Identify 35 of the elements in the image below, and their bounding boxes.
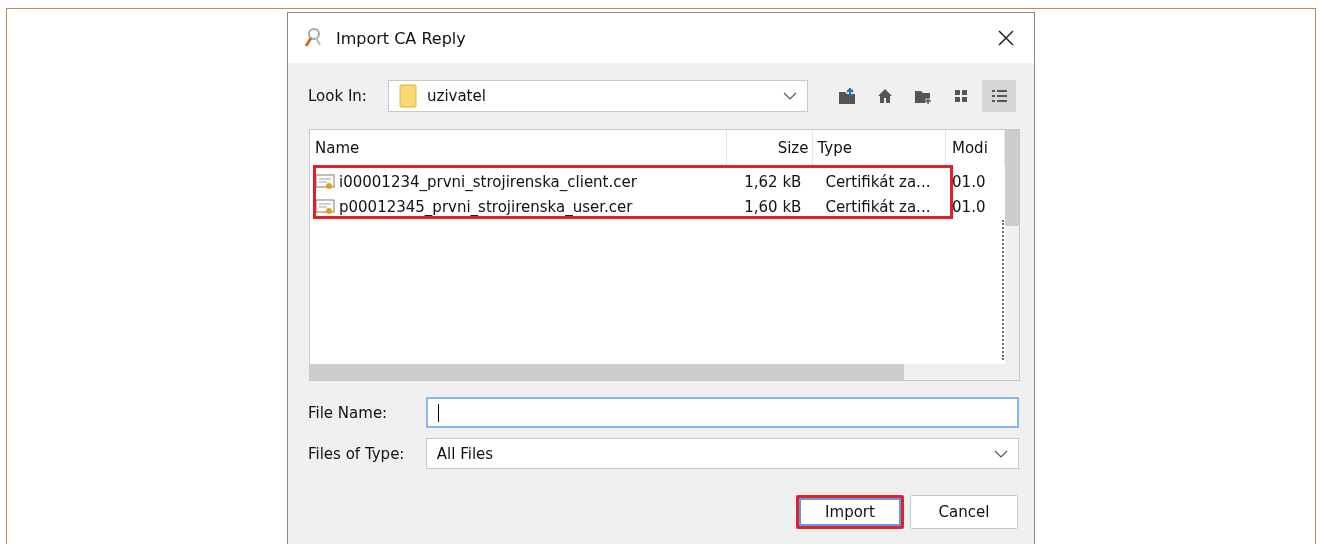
file-row[interactable]: i00001234_prvni_strojirenska_client.cer 1,62 kB Certifikát za... 01.0 <box>310 169 1005 194</box>
file-type-label: Files of Type: <box>308 444 406 463</box>
vertical-scrollbar[interactable] <box>1005 130 1019 364</box>
file-name-field[interactable] <box>425 397 1019 428</box>
certificate-icon <box>315 197 335 216</box>
grid-icon <box>952 87 970 105</box>
chevron-down-icon <box>783 92 797 100</box>
close-icon <box>998 30 1014 46</box>
file-type: Certifikát za... <box>824 197 932 216</box>
column-header[interactable]: Name <box>310 130 728 166</box>
details-button[interactable] <box>982 80 1016 112</box>
home-icon <box>876 87 894 105</box>
file-modified: 01.0 <box>951 172 987 191</box>
folder-icon <box>399 84 417 108</box>
file-name-label: File Name: <box>308 403 389 422</box>
file-type-dropdown[interactable]: All Files <box>425 438 1019 469</box>
file-size: 1,60 kB <box>743 197 803 216</box>
file-type: Certifikát za... <box>824 172 932 191</box>
chevron-down-icon <box>994 449 1008 458</box>
file-name: i00001234_prvni_strojirenska_client.cer <box>339 172 637 191</box>
cancel-button[interactable]: Cancel <box>910 495 1018 529</box>
certificate-icon <box>315 172 335 191</box>
column-header[interactable]: Type <box>813 130 946 166</box>
column-header[interactable]: Size <box>727 130 814 166</box>
import-button[interactable]: Import <box>796 495 904 529</box>
file-name: p00012345_prvni_strojirenska_user.cer <box>339 197 633 216</box>
file-size: 1,62 kB <box>743 172 803 191</box>
horizontal-scrollbar[interactable] <box>310 364 1019 380</box>
folder-up-icon <box>838 87 856 105</box>
look-in-dropdown[interactable]: uzivatel <box>388 80 808 112</box>
file-row[interactable]: p00012345_prvni_strojirenska_user.cer 1,60 kB Certifikát za... 01.0 <box>310 194 1005 219</box>
list-icon <box>990 87 1008 105</box>
window-title: Import CA Reply <box>336 28 467 48</box>
look-in-label: Look In: <box>308 87 368 105</box>
file-modified: 01.0 <box>951 197 987 216</box>
